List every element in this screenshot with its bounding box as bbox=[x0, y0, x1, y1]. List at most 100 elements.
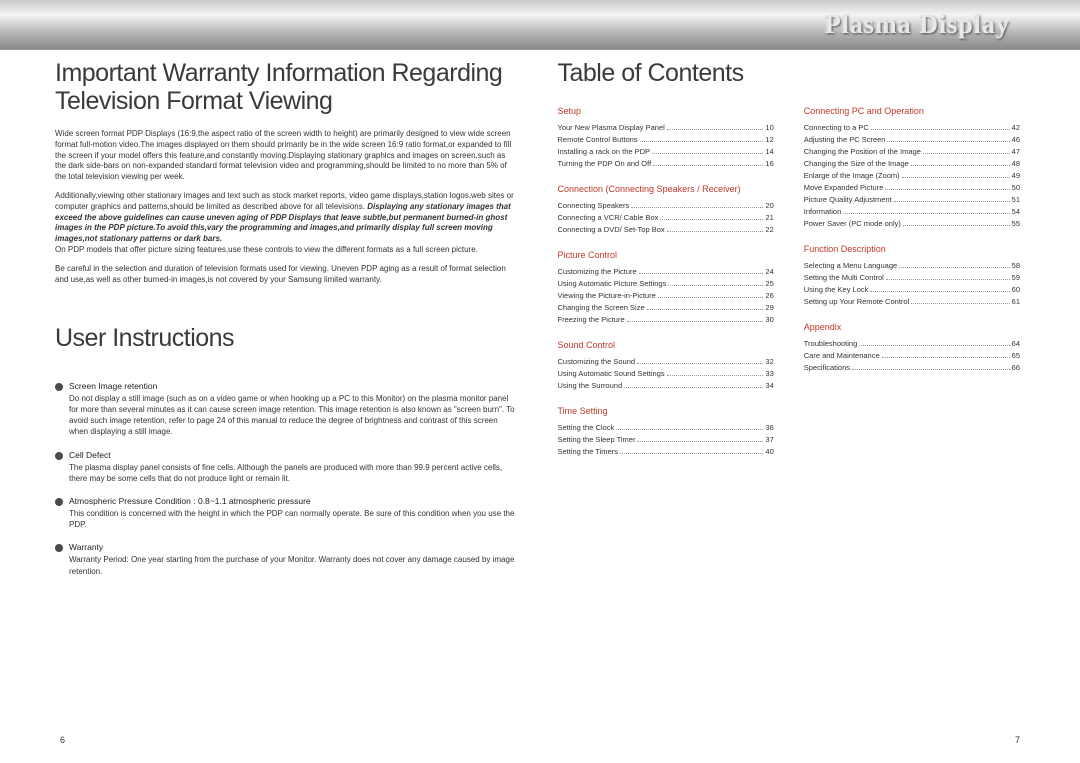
toc-label: Selecting a Menu Language bbox=[804, 260, 897, 272]
user-instructions-title: User Instructions bbox=[55, 325, 518, 353]
toc-label: Setting the Clock bbox=[558, 422, 615, 434]
toc-columns: SetupYour New Plasma Display Panel10Remo… bbox=[558, 106, 1021, 472]
toc-page: 33 bbox=[765, 368, 773, 380]
toc-label: Connecting a DVD/ Set-Top Box bbox=[558, 224, 665, 236]
toc-page: 61 bbox=[1012, 296, 1020, 308]
toc-page: 46 bbox=[1012, 134, 1020, 146]
toc-row: Adjusting the PC Screen46 bbox=[804, 134, 1020, 146]
toc-page: 10 bbox=[765, 122, 773, 134]
toc-row: Customizing the Picture 24 bbox=[558, 266, 774, 278]
toc-label: Connecting to a PC bbox=[804, 122, 869, 134]
right-page: Table of Contents Setup Your New Plasma D… bbox=[558, 60, 1021, 589]
toc-col-1: SetupYour New Plasma Display Panel10Remo… bbox=[558, 106, 774, 472]
toc-section: Connecting PC and OperationConnecting to… bbox=[804, 106, 1020, 230]
toc-page: 55 bbox=[1012, 218, 1020, 230]
bullet-title: Atmospheric Pressure Condition : 0.8~1.1… bbox=[69, 496, 518, 506]
toc-label: Using the Surround bbox=[558, 380, 623, 392]
toc-page: 37 bbox=[765, 434, 773, 446]
toc-dots bbox=[871, 129, 1010, 130]
toc-page: 24 bbox=[765, 266, 773, 278]
warranty-title: Important Warranty Information Regarding… bbox=[55, 60, 518, 115]
toc-row: Freezing the Picture 30 bbox=[558, 314, 774, 326]
toc-title: Table of Contents bbox=[558, 60, 1021, 88]
toc-page: 12 bbox=[765, 134, 773, 146]
toc-row: Using Automatic Sound Settings 33 bbox=[558, 368, 774, 380]
toc-dots bbox=[647, 309, 764, 310]
toc-dots bbox=[637, 441, 763, 442]
toc-page: 51 bbox=[1012, 194, 1020, 206]
toc-dots bbox=[652, 153, 763, 154]
toc-dots bbox=[843, 213, 1009, 214]
toc-label: Customizing the Picture bbox=[558, 266, 637, 278]
toc-dots bbox=[911, 165, 1010, 166]
toc-section: Picture ControlCustomizing the Picture24… bbox=[558, 250, 774, 326]
toc-page: 30 bbox=[765, 314, 773, 326]
bullet-title: Cell Defect bbox=[69, 450, 518, 460]
toc-row: Picture Quality Adjustment51 bbox=[804, 194, 1020, 206]
toc-label: Turning the PDP On and Off bbox=[558, 158, 652, 170]
toc-page: 60 bbox=[1012, 284, 1020, 296]
toc-page: 22 bbox=[765, 224, 773, 236]
toc-label: Setting up Your Remote Control bbox=[804, 296, 909, 308]
toc-page: 32 bbox=[765, 356, 773, 368]
toc-label: Troubleshooting bbox=[804, 338, 858, 350]
toc-label: Power Saver (PC mode only) bbox=[804, 218, 901, 230]
toc-page: 66 bbox=[1012, 362, 1020, 374]
toc-label: Using Automatic Picture Settings bbox=[558, 278, 667, 290]
toc-heading: Setup bbox=[558, 106, 774, 116]
toc-heading: Connection (Connecting Speakers / Receiv… bbox=[558, 184, 774, 194]
toc-label: Changing the Screen Size bbox=[558, 302, 645, 314]
toc-dots bbox=[667, 129, 764, 130]
toc-row: Using Automatic Picture Settings25 bbox=[558, 278, 774, 290]
toc-dots bbox=[894, 201, 1010, 202]
left-page: Important Warranty Information Regarding… bbox=[55, 60, 518, 589]
toc-section: Connection (Connecting Speakers / Receiv… bbox=[558, 184, 774, 236]
toc-row: Setting the Clock36 bbox=[558, 422, 774, 434]
toc-dots bbox=[882, 357, 1010, 358]
toc-section: AppendixTroubleshooting64Care and Mainte… bbox=[804, 322, 1020, 374]
toc-row: Information54 bbox=[804, 206, 1020, 218]
toc-heading: Appendix bbox=[804, 322, 1020, 332]
toc-row: Selecting a Menu Language58 bbox=[804, 260, 1020, 272]
bullet-list: Screen Image retentionDo not display a s… bbox=[55, 381, 518, 577]
toc-page: 42 bbox=[1012, 122, 1020, 134]
toc-page: 21 bbox=[765, 212, 773, 224]
toc-dots bbox=[852, 369, 1010, 370]
toc-dots bbox=[887, 141, 1009, 142]
toc-label: Connecting Speakers bbox=[558, 200, 630, 212]
toc-label: Viewing the Picture-in-Picture bbox=[558, 290, 656, 302]
toc-label: Installing a rack on the PDP bbox=[558, 146, 651, 158]
toc-page: 59 bbox=[1012, 272, 1020, 284]
toc-section: SetupYour New Plasma Display Panel10Remo… bbox=[558, 106, 774, 170]
brand-title: Plasma Display bbox=[825, 10, 1010, 40]
toc-dots bbox=[667, 231, 764, 232]
toc-page: 50 bbox=[1012, 182, 1020, 194]
toc-label: Using Automatic Sound Settings bbox=[558, 368, 665, 380]
toc-dots bbox=[640, 141, 764, 142]
toc-label: Freezing the Picture bbox=[558, 314, 625, 326]
page-number-right: 7 bbox=[1015, 735, 1020, 745]
toc-label: Your New Plasma Display Panel bbox=[558, 122, 665, 134]
toc-row: Troubleshooting64 bbox=[804, 338, 1020, 350]
toc-page: 16 bbox=[765, 158, 773, 170]
toc-label: Setting the Timers bbox=[558, 446, 618, 458]
toc-page: 40 bbox=[765, 446, 773, 458]
toc-page: 29 bbox=[765, 302, 773, 314]
toc-label: Using the Key Lock bbox=[804, 284, 869, 296]
toc-dots bbox=[886, 279, 1010, 280]
toc-row: Your New Plasma Display Panel 10 bbox=[558, 122, 774, 134]
toc-section: Sound ControlCustomizing the Sound32Usin… bbox=[558, 340, 774, 392]
toc-row: Connecting a VCR/ Cable Box21 bbox=[558, 212, 774, 224]
toc-heading: Function Description bbox=[804, 244, 1020, 254]
bullet-item: WarrantyWarranty Period: One year starti… bbox=[55, 542, 518, 576]
toc-dots bbox=[923, 153, 1010, 154]
bullet-body: This condition is concerned with the hei… bbox=[69, 508, 518, 530]
toc-dots bbox=[911, 303, 1009, 304]
toc-row: Move Expanded Picture50 bbox=[804, 182, 1020, 194]
toc-row: Viewing the Picture-in-Picture26 bbox=[558, 290, 774, 302]
toc-row: Connecting a DVD/ Set-Top Box 22 bbox=[558, 224, 774, 236]
toc-section: Time SettingSetting the Clock36Setting t… bbox=[558, 406, 774, 458]
toc-row: Using the Surround34 bbox=[558, 380, 774, 392]
toc-row: Using the Key Lock 60 bbox=[804, 284, 1020, 296]
toc-dots bbox=[624, 387, 763, 388]
